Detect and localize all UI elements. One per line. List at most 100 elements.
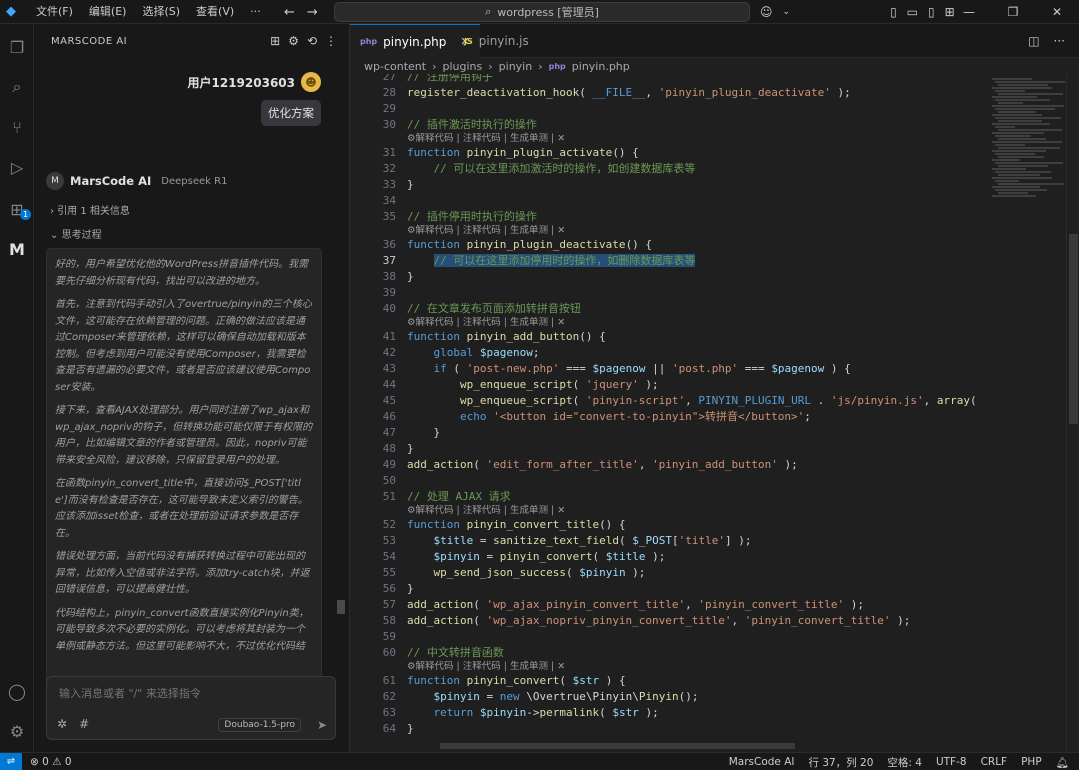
thinking-toggle[interactable]: ⌄ 思考过程 — [50, 226, 102, 241]
search-icon[interactable]: ⌕ — [0, 72, 34, 102]
code-line[interactable]: if ( 'post-new.php' === $pagenow || 'pos… — [407, 361, 851, 377]
horizontal-scrollbar[interactable] — [440, 743, 795, 749]
run-debug-icon[interactable]: ▷ — [0, 152, 34, 182]
hash-icon[interactable]: # — [79, 717, 89, 731]
codelens-actions[interactable]: ⚙解释代码 | 注释代码 | 生成单测 | ✕ — [407, 132, 565, 145]
code-line[interactable]: } — [407, 269, 414, 285]
code-line[interactable]: } — [407, 721, 414, 737]
line-ending[interactable]: CRLF — [981, 756, 1008, 768]
codelens-actions[interactable]: ⚙解释代码 | 注释代码 | 生成单测 | ✕ — [407, 660, 565, 673]
scrollbar-thumb[interactable] — [1069, 234, 1078, 424]
code-line[interactable]: function pinyin_plugin_deactivate() { — [407, 237, 652, 253]
code-line[interactable]: $title = sanitize_text_field( $_POST['ti… — [407, 533, 752, 549]
codelens-actions[interactable]: ⚙解释代码 | 注释代码 | 生成单测 | ✕ — [407, 504, 565, 517]
code-line[interactable]: wp_enqueue_script( 'pinyin-script', PINY… — [407, 393, 986, 409]
code-line[interactable]: } — [407, 425, 440, 441]
menu-selection[interactable]: 选择(S) — [134, 0, 188, 24]
code-line[interactable]: $pinyin = pinyin_convert( $title ); — [407, 549, 666, 565]
code-line[interactable]: function pinyin_add_button() { — [407, 329, 606, 345]
explorer-icon[interactable]: ❐ — [0, 32, 34, 62]
code-line[interactable]: // 可以在这里添加激活时的操作，如创建数据库表等 — [407, 161, 696, 177]
encoding[interactable]: UTF-8 — [936, 756, 967, 768]
chat-input[interactable] — [59, 687, 319, 700]
toggle-sidebar-icon[interactable]: ▯ — [890, 5, 897, 19]
breadcrumb-item[interactable]: plugins — [442, 60, 482, 73]
language-mode[interactable]: PHP — [1021, 756, 1042, 768]
code-line[interactable]: return $pinyin->permalink( $str ); — [407, 705, 659, 721]
toggle-panel-icon[interactable]: ▭ — [907, 5, 918, 19]
code-line[interactable]: // 可以在这里添加停用时的操作，如删除数据库表等 — [407, 253, 696, 269]
source-control-icon[interactable]: ⑂ — [0, 112, 34, 142]
settings-icon[interactable]: ⚙ — [288, 34, 299, 48]
send-icon[interactable]: ➤ — [317, 718, 327, 732]
tab-pinyin-js[interactable]: JS pinyin.js — [454, 24, 539, 58]
code-line[interactable]: add_action( 'wp_ajax_pinyin_convert_titl… — [407, 597, 864, 613]
code-line[interactable]: // 插件激活时执行的操作 — [407, 117, 537, 133]
settings-gear-icon[interactable]: ⚙ — [0, 716, 34, 746]
minimap-line — [998, 120, 1042, 122]
marscode-status[interactable]: MarsCode AI — [729, 756, 795, 768]
indentation[interactable]: 空格: 4 — [887, 755, 922, 770]
back-arrow-icon[interactable]: ← — [284, 5, 295, 20]
problems-indicator[interactable]: ⊗ 0 ⚠ 0 — [30, 756, 72, 768]
cursor-position[interactable]: 行 37，列 20 — [808, 755, 873, 770]
line-number: 40 — [382, 302, 396, 315]
menu-more[interactable]: ··· — [242, 0, 269, 24]
code-line[interactable]: add_action( 'edit_form_after_title', 'pi… — [407, 457, 798, 473]
code-line[interactable]: $pinyin = new \Overtrue\Pinyin\Pinyin(); — [407, 689, 699, 705]
code-line[interactable]: function pinyin_convert( $str ) { — [407, 673, 626, 689]
code-line[interactable]: } — [407, 441, 414, 457]
toggle-secondary-sidebar-icon[interactable]: ▯ — [928, 5, 935, 19]
line-number: 51 — [382, 490, 396, 503]
extensions-icon[interactable]: ⊞ 1 — [0, 194, 34, 224]
code-line[interactable]: add_action( 'wp_ajax_nopriv_pinyin_conve… — [407, 613, 910, 629]
chevron-down-icon[interactable]: ⌄ — [783, 7, 791, 17]
reference-toggle[interactable]: › 引用 1 相关信息 — [50, 202, 130, 217]
code-editor[interactable]: 27 28 29 30 31 32 33 34 35 36 37 38 39 40 41 42 43 44 45 46… — [350, 74, 986, 752]
code-line[interactable]: // 中文转拼音函数 — [407, 645, 504, 661]
vertical-scrollbar[interactable] — [1066, 74, 1079, 752]
code-line[interactable]: echo '<button id="convert-to-pinyin">转拼音… — [407, 409, 811, 425]
code-line[interactable]: function pinyin_plugin_activate() { — [407, 145, 639, 161]
menu-file[interactable]: 文件(F) — [28, 0, 81, 24]
more-actions-icon[interactable]: ··· — [1054, 34, 1065, 48]
code-line[interactable]: function pinyin_convert_title() { — [407, 517, 626, 533]
minimize-icon[interactable]: — — [947, 0, 991, 24]
code-line[interactable]: } — [407, 177, 414, 193]
code-line[interactable]: // 处理 AJAX 请求 — [407, 489, 511, 505]
codelens-actions[interactable]: ⚙解释代码 | 注释代码 | 生成单测 | ✕ — [407, 316, 565, 329]
account-icon[interactable]: ◯ — [0, 676, 34, 706]
panel-scrollbar[interactable] — [337, 600, 345, 614]
chevron-right-icon: › — [432, 59, 437, 73]
forward-arrow-icon[interactable]: → — [307, 5, 318, 20]
marscode-icon[interactable]: M — [0, 234, 34, 264]
code-line[interactable]: // 插件停用时执行的操作 — [407, 209, 537, 225]
command-center-search[interactable]: ⌕ wordpress [管理员] — [334, 2, 750, 22]
sparkle-icon[interactable]: ✲ — [57, 717, 67, 731]
codelens-actions[interactable]: ⚙解释代码 | 注释代码 | 生成单测 | ✕ — [407, 224, 565, 237]
breadcrumb-item[interactable]: pinyin — [499, 60, 533, 73]
close-icon[interactable]: ✕ — [1035, 0, 1079, 24]
menu-edit[interactable]: 编辑(E) — [81, 0, 135, 24]
new-chat-icon[interactable]: ⊞ — [270, 34, 280, 48]
model-selector[interactable]: Doubao-1.5-pro — [218, 718, 301, 732]
code-line[interactable]: } — [407, 581, 414, 597]
code-line[interactable]: global $pagenow; — [407, 345, 540, 361]
code-line[interactable]: // 注册停用钩子 — [407, 74, 493, 85]
restore-icon[interactable]: ❐ — [991, 0, 1035, 24]
code-line[interactable]: wp_send_json_success( $pinyin ); — [407, 565, 646, 581]
menu-view[interactable]: 查看(V) — [188, 0, 242, 24]
split-editor-icon[interactable]: ◫ — [1028, 34, 1039, 48]
breadcrumb-item[interactable]: pinyin.php — [572, 60, 630, 73]
notifications-icon[interactable]: 🔔︎ — [1056, 756, 1069, 769]
minimap-line — [995, 162, 1063, 164]
history-icon[interactable]: ⟲ — [307, 34, 317, 48]
code-line[interactable]: // 在文章发布页面添加转拼音按钮 — [407, 301, 581, 317]
minimap[interactable] — [986, 74, 1066, 752]
more-icon[interactable]: ⋮ — [325, 34, 337, 48]
breadcrumb-item[interactable]: wp-content — [364, 60, 426, 73]
remote-icon[interactable]: ⇌ — [0, 752, 22, 770]
code-line[interactable]: register_deactivation_hook( __FILE__, 'p… — [407, 85, 851, 101]
copilot-icon[interactable]: ☺ — [760, 5, 773, 19]
code-line[interactable]: wp_enqueue_script( 'jquery' ); — [407, 377, 659, 393]
